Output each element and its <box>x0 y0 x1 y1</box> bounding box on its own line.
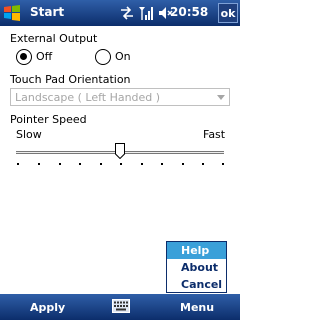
external-output-on-radio[interactable] <box>95 49 111 65</box>
slider-tick <box>222 163 224 165</box>
window-title[interactable]: Start <box>30 5 64 19</box>
external-output-on-label[interactable]: On <box>115 50 131 63</box>
slider-tick <box>120 163 122 165</box>
slider-tick <box>38 163 40 165</box>
external-output-label: External Output <box>10 32 98 45</box>
sync-arrows-icon[interactable] <box>120 6 134 20</box>
slider-tick <box>17 163 19 165</box>
touch-pad-orientation-value: Landscape ( Left Handed ) <box>15 91 161 104</box>
pointer-speed-label: Pointer Speed <box>10 113 87 126</box>
slider-tick <box>161 163 163 165</box>
slider-tick <box>141 163 143 165</box>
chevron-down-icon <box>217 95 225 100</box>
slider-tick <box>79 163 81 165</box>
windows-logo-icon[interactable] <box>3 4 21 22</box>
apply-softkey[interactable]: Apply <box>30 301 65 314</box>
touch-pad-orientation-dropdown[interactable]: Landscape ( Left Handed ) <box>10 88 230 106</box>
slider-tick <box>202 163 204 165</box>
menu-softkey[interactable]: Menu <box>180 301 214 314</box>
menu-item-help[interactable]: Help <box>167 242 226 259</box>
menu-item-cancel[interactable]: Cancel <box>167 276 226 293</box>
softkey-menu: Help About Cancel <box>166 241 227 293</box>
pointer-speed-slider-thumb[interactable] <box>115 143 125 159</box>
slider-tick <box>59 163 61 165</box>
external-output-off-radio[interactable] <box>16 49 32 65</box>
slider-tick <box>100 163 102 165</box>
slider-max-label: Fast <box>203 128 226 141</box>
ok-button[interactable]: ok <box>218 3 238 23</box>
softkey-bar: Apply Menu <box>0 294 240 320</box>
signal-icon[interactable] <box>138 5 154 21</box>
title-bar: Start 20:58 ok <box>0 0 240 26</box>
status-icons <box>120 3 173 23</box>
slider-tick <box>182 163 184 165</box>
external-output-off-label[interactable]: Off <box>36 50 52 63</box>
clock[interactable]: 20:58 <box>170 5 208 19</box>
touch-pad-orientation-label: Touch Pad Orientation <box>10 73 131 86</box>
keyboard-icon[interactable] <box>112 299 130 313</box>
menu-item-about[interactable]: About <box>167 259 226 276</box>
slider-min-label: Slow <box>16 128 42 141</box>
